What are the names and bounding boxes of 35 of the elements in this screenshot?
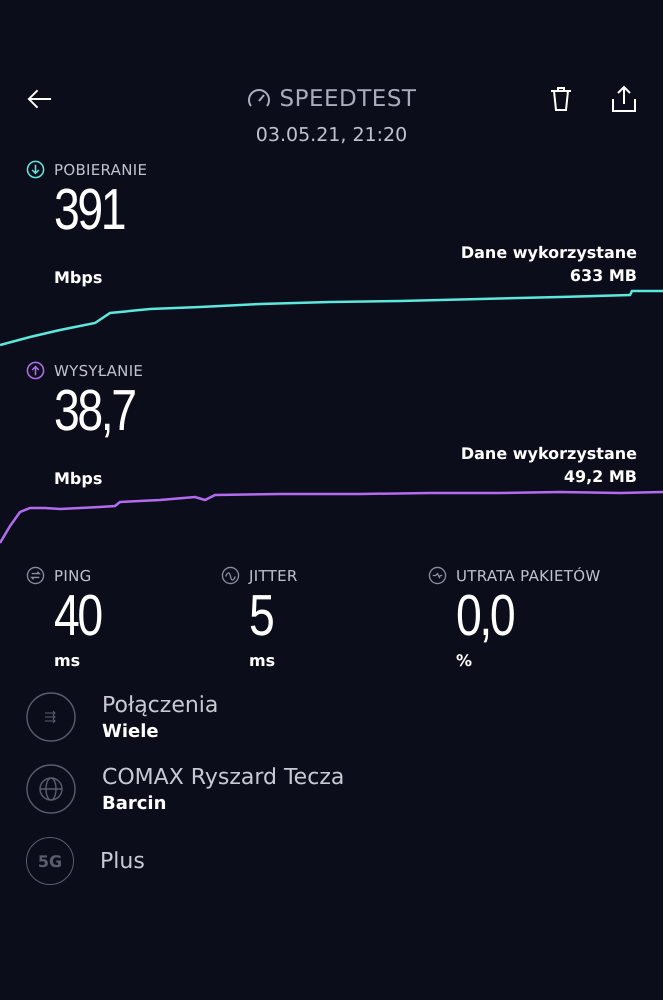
back-arrow-icon[interactable]	[26, 87, 53, 111]
stat-label: UTRATA PAKIETÓW	[456, 566, 600, 584]
metric-unit: Mbps	[54, 469, 102, 488]
stat-value: 40	[54, 585, 101, 647]
data-used-value: 633 MB	[570, 265, 637, 287]
globe-icon	[26, 764, 76, 814]
stat-value: 5	[249, 585, 272, 647]
share-icon[interactable]	[611, 85, 637, 113]
stat-unit: ms	[248, 651, 276, 670]
jitter-icon	[221, 566, 240, 585]
connections-icon	[26, 692, 76, 742]
stat-label: PING	[54, 566, 92, 584]
info-title: Plus	[100, 848, 145, 874]
test-date: 03.05.21, 21:20	[254, 124, 408, 146]
metric-value: 391	[54, 179, 124, 241]
data-used-label: Dane wykorzystane	[460, 242, 637, 264]
metric-value: 38,7	[54, 380, 135, 442]
metric-label: WYSYŁANIE	[54, 362, 144, 380]
info-subtitle: Barcin	[102, 792, 168, 814]
trash-icon[interactable]	[549, 86, 573, 112]
stat-unit: ms	[53, 651, 82, 670]
ping-icon	[26, 566, 45, 585]
network-type-badge: 5G	[26, 837, 74, 885]
loss-icon	[428, 566, 447, 585]
info-subtitle: Wiele	[102, 720, 160, 742]
info-title: COMAX Ryszard Tecza	[102, 764, 344, 790]
stat-label: JITTER	[249, 566, 298, 584]
stat-value: 0,0	[456, 585, 514, 647]
data-used-label: Dane wykorzystane	[460, 443, 637, 465]
metric-unit: Mbps	[54, 268, 102, 287]
app-title: SPEEDTEST	[280, 86, 416, 112]
info-title: Połączenia	[102, 692, 218, 718]
stat-unit: %	[455, 651, 474, 670]
metric-label: POBIERANIE	[54, 160, 148, 178]
data-used-value: 49,2 MB	[564, 466, 637, 488]
